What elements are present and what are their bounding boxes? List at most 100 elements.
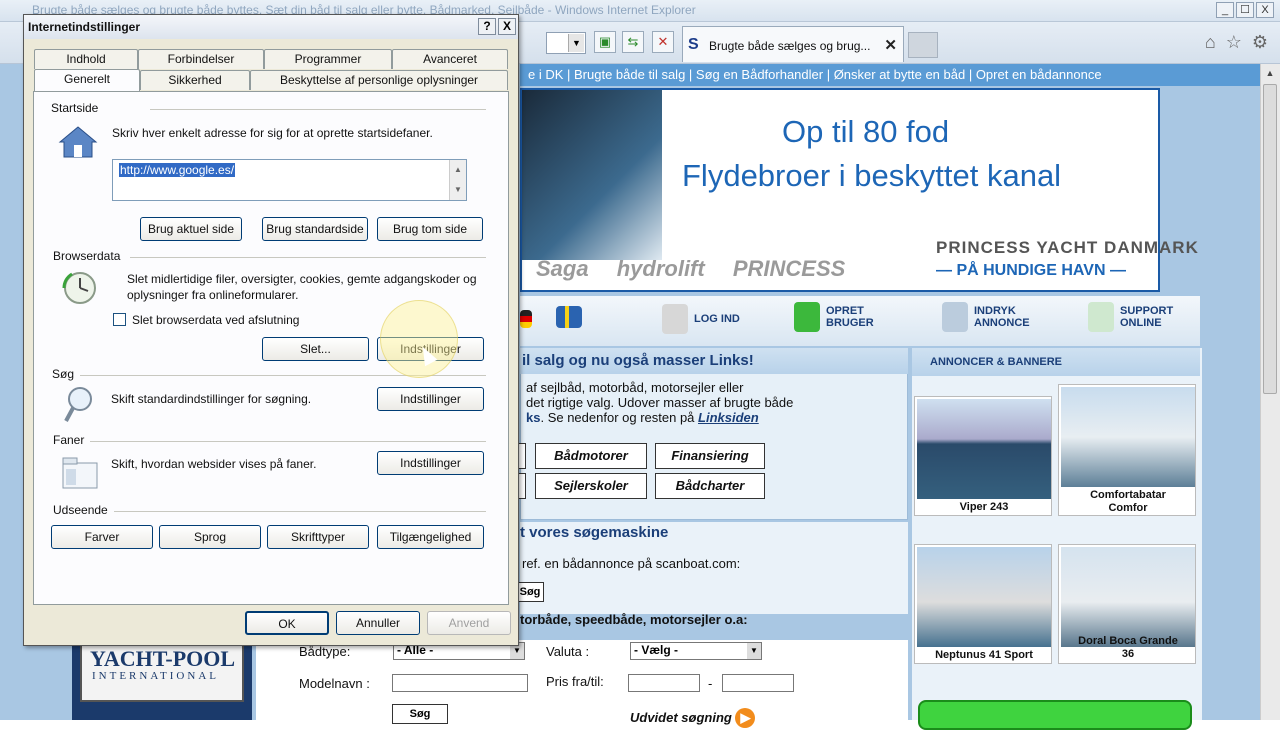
search-settings-button[interactable]: Indstillinger <box>377 387 484 411</box>
use-blank-button[interactable]: Brug tom side <box>377 217 483 241</box>
menu-create-user-label: OPRET BRUGER <box>826 305 874 329</box>
use-default-button[interactable]: Brug standardside <box>262 217 368 241</box>
link-button-finansiering[interactable]: Finansiering <box>655 443 765 469</box>
appearance-label: Udseende <box>53 503 108 517</box>
tab-generelt[interactable]: Generelt <box>34 69 140 91</box>
chevron-up-icon[interactable]: ▲ <box>450 160 466 180</box>
advanced-search-link[interactable]: Udvidet søgning ▶ <box>630 708 756 728</box>
chevron-down-icon[interactable]: ▼ <box>450 180 466 200</box>
dialog-close-button[interactable]: X <box>498 18 516 35</box>
browser-tab[interactable]: S Brugte både sælges og brug... ✕ <box>682 26 904 62</box>
currency-label: Valuta : <box>546 644 590 659</box>
model-input[interactable] <box>392 674 528 692</box>
window-close-button[interactable]: X <box>1256 2 1274 18</box>
menu-create-user[interactable]: OPRET BRUGER <box>794 302 874 332</box>
site-link-bar[interactable]: e i DK | Brugte både til salg | Søg en B… <box>520 64 1260 86</box>
ok-button[interactable]: OK <box>245 611 329 635</box>
saga-logo: Saga <box>536 256 589 281</box>
content-bold-text: ks <box>526 410 541 425</box>
ad-caption: Doral Boca Grande 36 <box>1078 635 1178 660</box>
cancel-button[interactable]: Annuller <box>336 611 420 635</box>
new-tab-button[interactable] <box>908 32 938 58</box>
ad-card[interactable]: Doral Boca Grande 36 <box>1058 544 1196 664</box>
tab-avanceret[interactable]: Avanceret <box>392 49 508 69</box>
boattype-label: Bådtype: <box>299 644 351 659</box>
tools-gear-icon[interactable]: ⚙ <box>1252 32 1268 53</box>
home-page-label: Startside <box>51 101 99 115</box>
magnifier-icon <box>64 387 92 422</box>
link-button-baadcharter[interactable]: Bådcharter <box>655 473 765 499</box>
link-button-sejlerskoler[interactable]: Sejlerskoler <box>535 473 647 499</box>
tab-sikkerhed[interactable]: Sikkerhed <box>140 70 250 90</box>
tab-close-icon[interactable]: ✕ <box>884 36 897 54</box>
fonts-button[interactable]: Skrifttyper <box>267 525 369 549</box>
ad-card[interactable]: Comfortabatar Comfor <box>1058 384 1196 516</box>
price-to-input[interactable] <box>722 674 794 692</box>
yacht-pool-logo-frame: YACHT-POOL INTERNATIONAL <box>80 642 244 702</box>
add-ad-icon <box>942 302 968 332</box>
brand-logos: Saga hydrolift PRINCESS <box>536 256 867 282</box>
address-dropdown[interactable]: ▼ <box>546 32 586 54</box>
menu-support[interactable]: SUPPORT ONLINE <box>1088 302 1173 332</box>
currency-value: - Vælg - <box>634 643 678 657</box>
section-divider <box>130 257 486 258</box>
search-ref-text: ref. en bådannonce på scanboat.com: <box>522 556 741 571</box>
ad-banner[interactable]: Op til 80 fod Flydebroer i beskyttet kan… <box>520 88 1198 292</box>
arrow-right-icon: ▶ <box>735 708 756 728</box>
hydrolift-logo: hydrolift <box>616 256 705 281</box>
ad-caption: Viper 243 <box>959 501 1009 513</box>
browsing-history-label: Browserdata <box>53 249 121 263</box>
apply-button[interactable]: Anvend <box>427 611 511 635</box>
price-label: Pris fra/til: <box>546 674 604 689</box>
tab-forbindelser[interactable]: Forbindelser <box>138 49 264 69</box>
yacht-pool-logo[interactable]: YACHT-POOL INTERNATIONAL <box>72 640 252 720</box>
minimize-button[interactable]: _ <box>1216 2 1234 18</box>
compatibility-icon[interactable]: ▣ <box>594 31 616 53</box>
use-current-button[interactable]: Brug aktuel side <box>140 217 242 241</box>
maximize-button[interactable]: ☐ <box>1236 2 1254 18</box>
accessibility-button[interactable]: Tilgængelighed <box>377 525 484 549</box>
delete-on-exit-checkbox[interactable] <box>113 313 126 326</box>
green-action-button[interactable] <box>918 700 1192 730</box>
stop-icon[interactable]: ✕ <box>652 31 674 53</box>
search-label: Søg <box>52 367 75 381</box>
german-flag-icon[interactable] <box>520 302 532 328</box>
dialog-help-button[interactable]: ? <box>478 18 496 35</box>
tab-programmer[interactable]: Programmer <box>264 49 392 69</box>
ref-search-button[interactable]: Søg <box>516 582 544 602</box>
home-page-url-field[interactable]: http://www.google.es/ ▲ ▼ <box>112 159 467 201</box>
scroll-up-icon[interactable]: ▲ <box>1263 66 1277 80</box>
home-icon[interactable]: ⌂ <box>1205 32 1216 53</box>
refresh-icon[interactable]: ⇆ <box>622 31 644 53</box>
swedish-flag-icon[interactable] <box>556 302 582 328</box>
price-from-input[interactable] <box>628 674 700 692</box>
search-submit-button[interactable]: Søg <box>392 704 448 724</box>
price-separator: - <box>708 676 713 691</box>
favorites-star-icon[interactable]: ☆ <box>1226 32 1242 53</box>
ads-heading: ANNONCER & BANNERE <box>912 348 1200 376</box>
tab-indhold[interactable]: Indhold <box>34 49 138 69</box>
ad-card[interactable]: Neptunus 41 Sport <box>914 544 1052 664</box>
menu-support-label: SUPPORT ONLINE <box>1120 305 1174 329</box>
content-text: af sejlbåd, motorbåd, motorsejler eller … <box>526 380 906 425</box>
tabs-settings-button[interactable]: Indstillinger <box>377 451 484 475</box>
tab-beskyttelse[interactable]: Beskyttelse af personlige oplysninger <box>250 70 508 90</box>
site-favicon-icon: S <box>688 36 699 53</box>
ad-card[interactable]: Viper 243 <box>914 396 1052 516</box>
dialog-titlebar[interactable]: Internetindstillinger ? X <box>24 15 518 39</box>
princess-logo: PRINCESS <box>732 256 846 281</box>
links-page-link[interactable]: Linksiden <box>698 410 759 425</box>
ad-caption: Comfortabatar Comfor <box>1090 489 1166 514</box>
menu-insert-ad[interactable]: INDRYK ANNONCE <box>942 302 1030 332</box>
url-field-scrollbar[interactable]: ▲ ▼ <box>449 160 466 200</box>
menu-login[interactable]: LOG IND <box>662 304 740 334</box>
content-line-1: af sejlbåd, motorbåd, motorsejler eller <box>526 380 744 395</box>
currency-select[interactable]: ▼ - Vælg - <box>630 642 762 660</box>
advanced-search-label: Udvidet søgning <box>630 710 732 725</box>
languages-button[interactable]: Sprog <box>159 525 261 549</box>
delete-history-button[interactable]: Slet... <box>262 337 369 361</box>
content-heading: il salg og nu også masser Links! <box>520 348 908 374</box>
colors-button[interactable]: Farver <box>51 525 153 549</box>
scrollbar-thumb[interactable] <box>1263 84 1277 394</box>
link-button-baadmotorer[interactable]: Bådmotorer <box>535 443 647 469</box>
